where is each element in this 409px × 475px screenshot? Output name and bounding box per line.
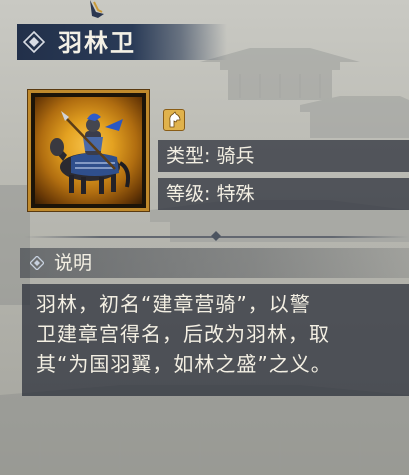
unit-rank-label: 等级: 特殊 — [166, 183, 255, 205]
horse-head-icon — [169, 111, 181, 128]
description-title: 说明 — [54, 252, 93, 274]
unit-name: 羽林卫 — [58, 29, 136, 57]
description-text: 羽林，初名“建章营骑”，以警 卫建章宫得名，后改为羽林，取 其“为国羽翼，如林之… — [36, 292, 332, 376]
banner-ornament-icon — [90, 0, 104, 18]
armored-cavalry-portrait — [50, 111, 131, 194]
title-diamond-icon — [23, 31, 45, 53]
section-diamond-icon — [30, 256, 44, 270]
divider-diamond-icon — [211, 231, 221, 241]
cavalry-type-badge — [163, 109, 185, 131]
unit-rank-row: 等级: 特殊 — [158, 178, 409, 210]
unit-portrait — [28, 90, 149, 211]
unit-type-row: 类型: 骑兵 — [158, 140, 409, 172]
unit-info-panel: 羽林卫 类型: 骑兵 等级: 特殊 说明 羽林，初名“建章营骑”，以警 卫建章宫… — [0, 0, 409, 475]
unit-type-label: 类型: 骑兵 — [166, 145, 255, 167]
